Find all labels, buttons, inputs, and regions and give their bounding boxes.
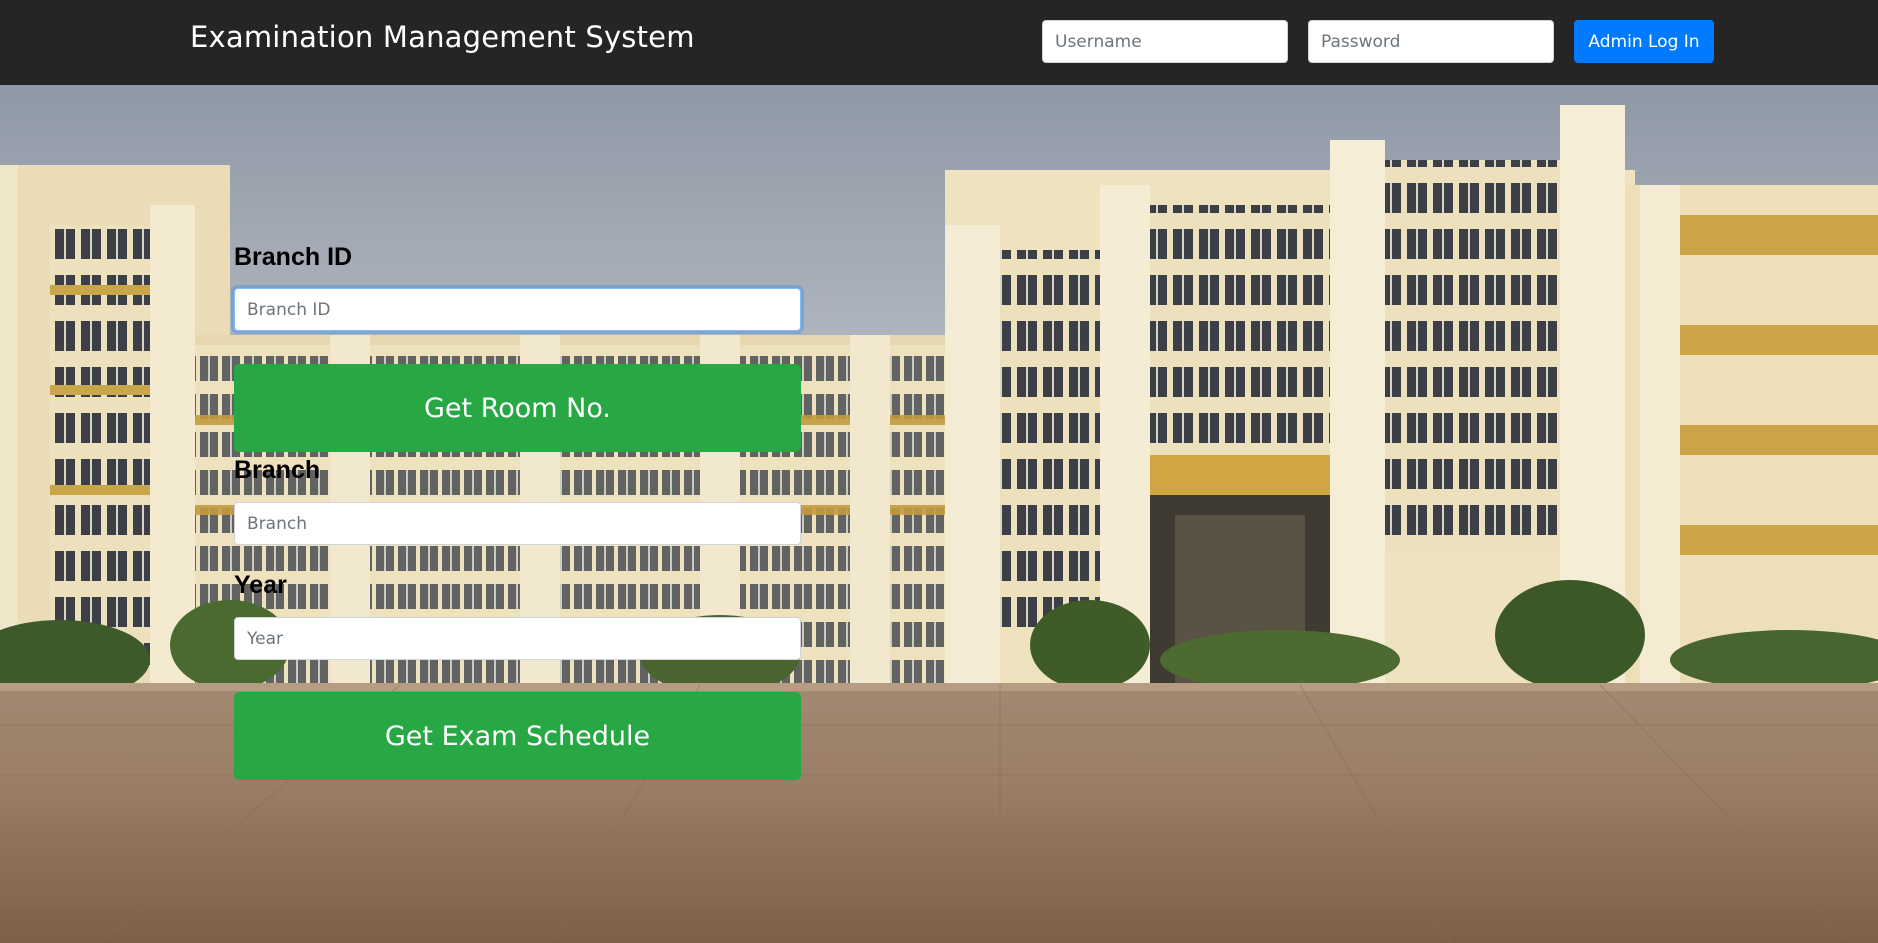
navbar: Examination Management System Admin Log … (0, 0, 1878, 85)
exam-query-form: Branch ID Get Room No. Branch Year Get E… (0, 0, 1878, 943)
year-input[interactable] (234, 617, 801, 660)
branch-input[interactable] (234, 502, 801, 545)
brand-title[interactable]: Examination Management System (190, 20, 695, 54)
password-input[interactable] (1308, 20, 1554, 63)
admin-login-button[interactable]: Admin Log In (1574, 20, 1714, 63)
page: Examination Management System Admin Log … (0, 0, 1878, 943)
branch-label: Branch (234, 456, 321, 484)
year-label: Year (234, 571, 287, 599)
branch-id-label: Branch ID (234, 243, 353, 271)
get-exam-schedule-button[interactable]: Get Exam Schedule (234, 692, 801, 780)
username-input[interactable] (1042, 20, 1288, 63)
branch-id-input[interactable] (234, 288, 801, 331)
get-room-button[interactable]: Get Room No. (234, 364, 801, 452)
